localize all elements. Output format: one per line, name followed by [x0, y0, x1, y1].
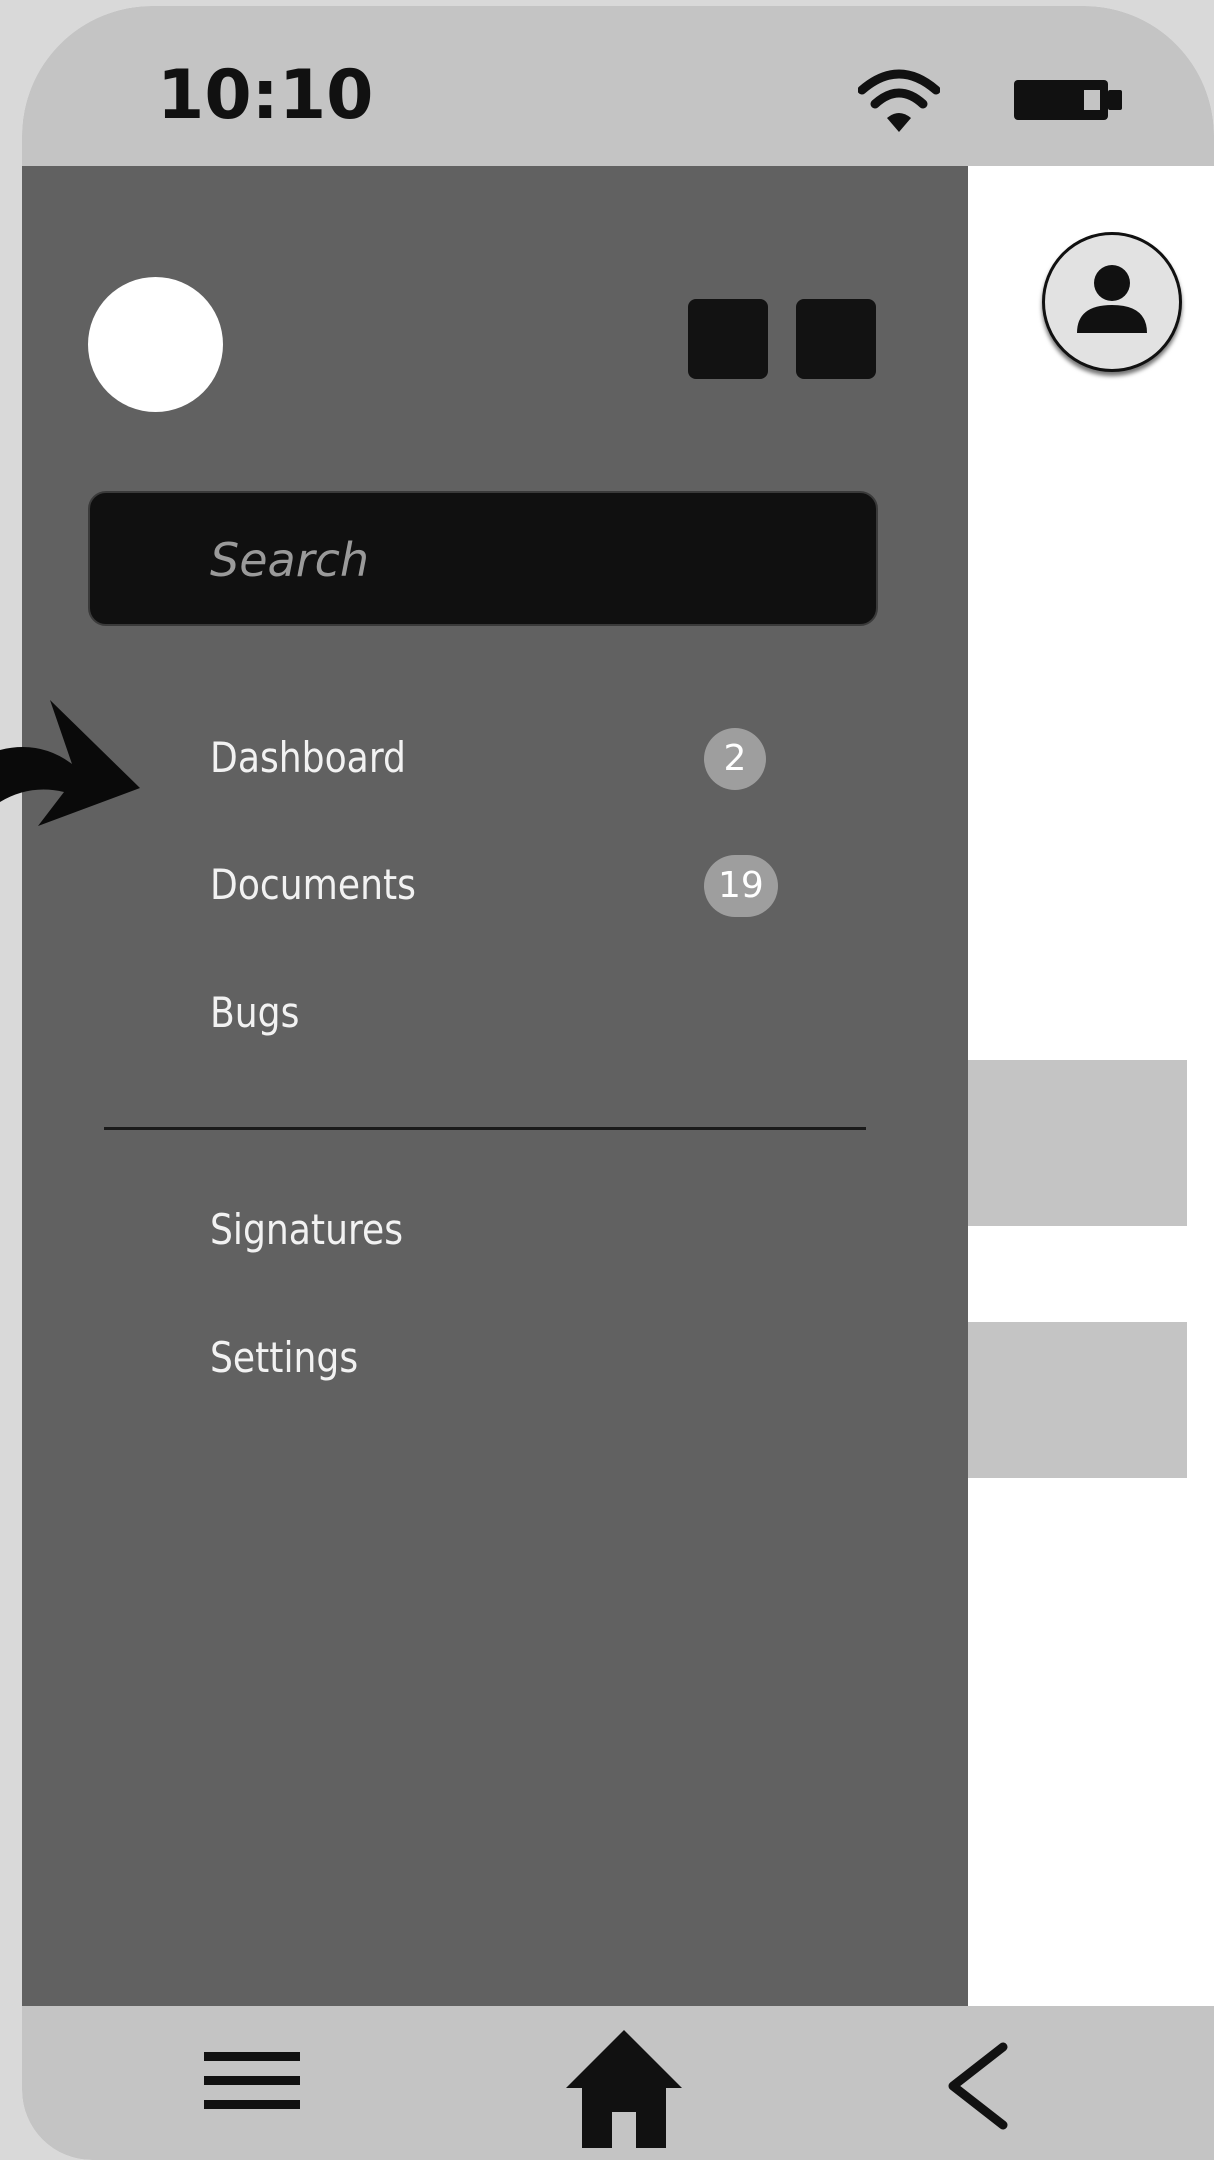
menu-item-label: Settings: [210, 1333, 359, 1382]
menu-item-signatures[interactable]: Signatures: [210, 1195, 890, 1265]
content-placeholder-block: [967, 1060, 1187, 1226]
menu-divider: [104, 1127, 866, 1130]
search-placeholder: Search: [210, 533, 370, 587]
menu-item-label: Documents: [210, 860, 416, 909]
back-chevron-icon[interactable]: [937, 2041, 1017, 2131]
annotation-arrow-icon: [0, 700, 140, 826]
menu-item-label: Signatures: [210, 1205, 404, 1254]
drawer-logo: [88, 277, 223, 412]
drawer-action-button[interactable]: [688, 299, 768, 379]
count-badge: 19: [704, 855, 778, 917]
status-bar: 10:10: [22, 6, 1214, 166]
menu-icon[interactable]: [204, 2046, 300, 2116]
bottom-navigation-bar: [22, 2006, 1214, 2160]
battery-icon: [1014, 80, 1122, 120]
home-icon[interactable]: [562, 2026, 686, 2150]
menu-item-settings[interactable]: Settings: [210, 1323, 890, 1393]
count-badge: 2: [704, 728, 766, 790]
menu-item-label: Dashboard: [210, 733, 406, 782]
phone-screen: 10:10 Search Dashboard 2 Documents 19 Bu…: [22, 6, 1214, 2160]
menu-item-label: Bugs: [210, 988, 300, 1037]
user-icon: [1077, 265, 1147, 333]
menu-item-dashboard[interactable]: Dashboard 2: [210, 723, 890, 793]
search-input[interactable]: Search: [88, 491, 878, 626]
content-placeholder-block: [967, 1322, 1187, 1478]
menu-item-bugs[interactable]: Bugs: [210, 978, 890, 1048]
status-time: 10:10: [157, 56, 374, 135]
navigation-drawer: Search Dashboard 2 Documents 19 Bugs Sig…: [22, 166, 968, 2006]
profile-avatar-button[interactable]: [1042, 232, 1182, 372]
wifi-icon: [858, 69, 940, 132]
menu-item-documents[interactable]: Documents 19: [210, 850, 890, 920]
drawer-action-button[interactable]: [796, 299, 876, 379]
